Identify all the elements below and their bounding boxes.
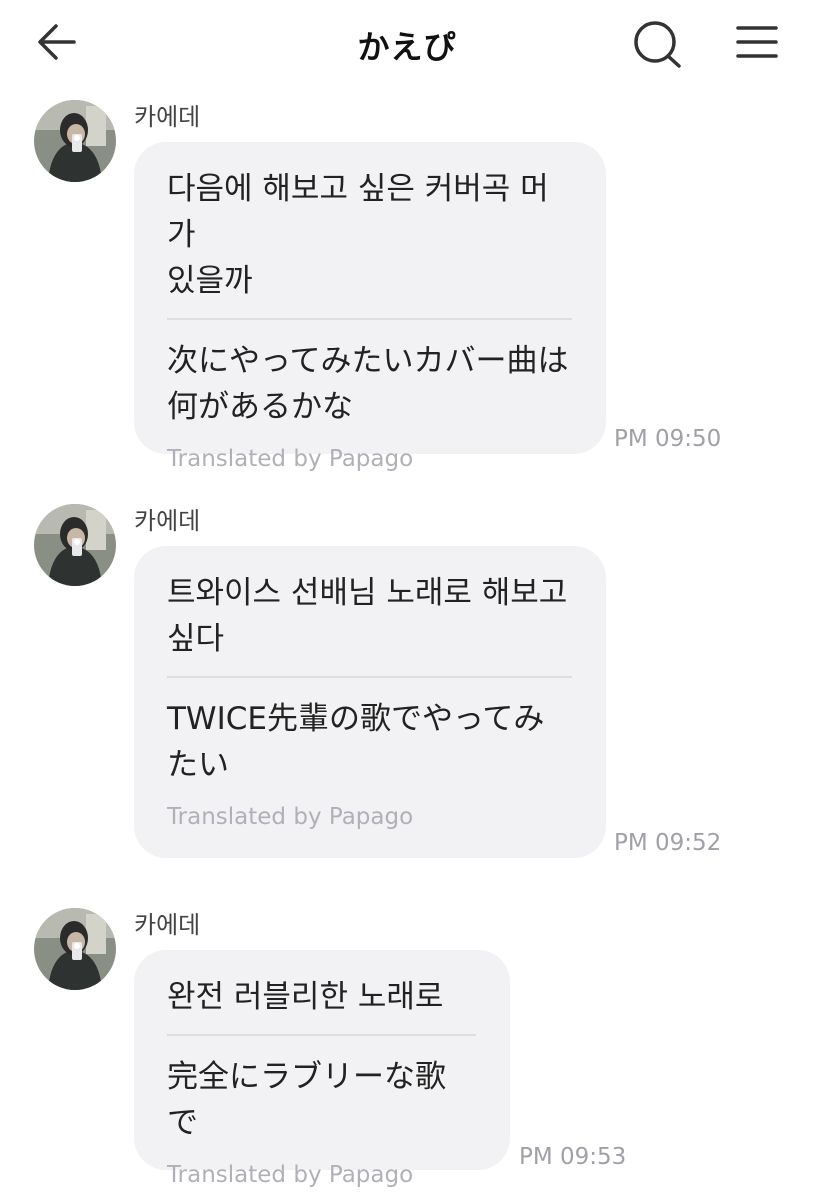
translated-text: TWICE先輩の歌でやってみ たい [167,701,545,783]
search-icon [634,21,681,68]
message-time: PM 09:53 [519,1144,627,1170]
top-bar: かえぴ [0,0,814,84]
avatar-photo [34,504,116,586]
original-text: 완전 러블리한 노래로 [167,979,444,1015]
message-time: PM 09:50 [614,426,722,452]
chat-title: かえぴ [357,28,457,66]
avatar[interactable] [34,504,116,586]
sender-name: 카에데 [134,103,201,131]
original-text: 다음에 해보고 싶은 커버곡 머가 있을까 [167,171,549,299]
search-button[interactable] [630,16,686,72]
avatar[interactable] [34,100,116,182]
avatar-photo [34,908,116,990]
message-bubble[interactable]: 완전 러블리한 노래로 完全にラブリーな歌で Translated by Pap… [134,950,510,1188]
translation-credit: Translated by Papago [167,804,414,830]
avatar-photo [34,100,116,182]
divider [167,318,572,320]
translation-credit: Translated by Papago [167,446,414,472]
original-text: 트와이스 선배님 노래로 해보고 싶다 [167,575,568,657]
sender-name: 카에데 [134,507,201,535]
translated-text: 完全にラブリーな歌で [167,1059,446,1141]
message-row: 카에데 다음에 해보고 싶은 커버곡 머가 있을까 次にやってみたいカバー曲は … [0,100,814,472]
translation-credit: Translated by Papago [167,1162,414,1188]
avatar[interactable] [34,908,116,990]
message-row: 카에데 트와이스 선배님 노래로 해보고 싶다 TWICE先輩の歌でやってみ た… [0,504,814,864]
menu-button[interactable] [732,20,782,64]
divider [167,1034,476,1036]
hamburger-menu-icon [736,26,778,58]
message-bubble[interactable]: 다음에 해보고 싶은 커버곡 머가 있을까 次にやってみたいカバー曲は 何がある… [134,142,606,472]
message-time: PM 09:52 [614,830,722,856]
divider [167,676,572,678]
sender-name: 카에데 [134,911,201,939]
message-bubble[interactable]: 트와이스 선배님 노래로 해보고 싶다 TWICE先輩の歌でやってみ たい Tr… [134,546,606,858]
translated-text: 次にやってみたいカバー曲は 何があるかな [167,343,569,425]
message-row: 카에데 완전 러블리한 노래로 完全にラブリーな歌で Translated by… [0,908,814,1188]
